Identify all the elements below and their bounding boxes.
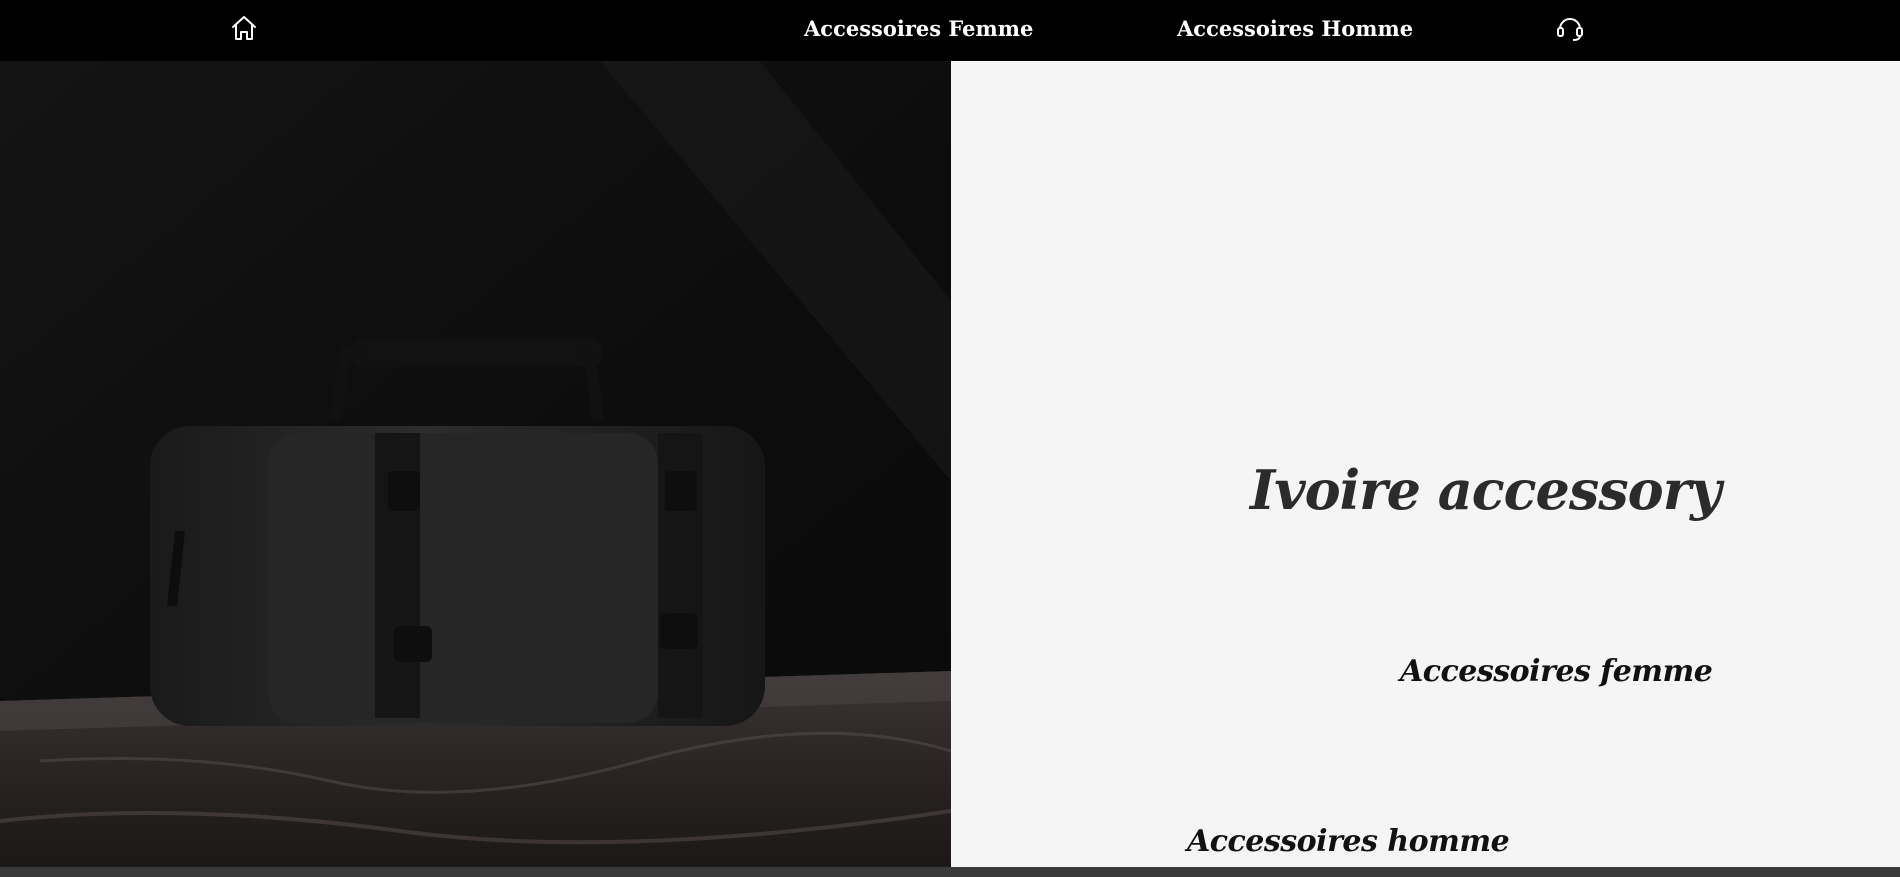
bottom-bar <box>0 867 1900 877</box>
headset-icon[interactable] <box>1555 12 1585 44</box>
brand-title: Ivoire accessory <box>1250 458 1722 522</box>
hero-bag-image <box>0 61 951 867</box>
accessoires-femme-link[interactable]: Accessoires femme <box>1400 654 1713 689</box>
accessoires-homme-link[interactable]: Accessoires homme <box>1187 824 1510 859</box>
top-navbar: Accessoires Femme Accessoires Homme <box>0 0 1900 61</box>
nav-accessoires-homme[interactable]: Accessoires Homme <box>1177 16 1413 41</box>
nav-accessoires-femme[interactable]: Accessoires Femme <box>804 16 1033 41</box>
home-icon[interactable] <box>229 13 259 43</box>
